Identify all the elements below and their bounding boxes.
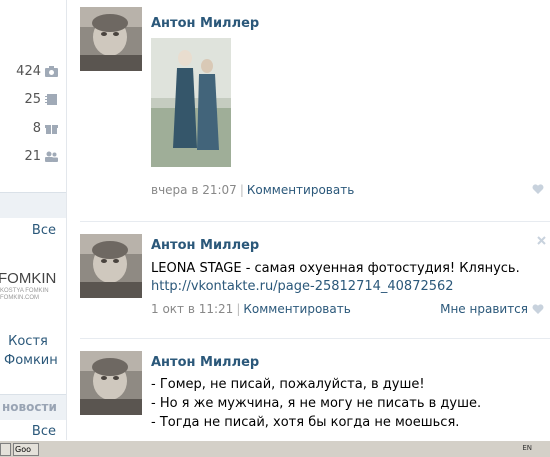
wall-post: Антон Миллер вчера в 21:07 | Комментироват… — [80, 7, 550, 207]
post-divider — [80, 221, 550, 222]
news-all-link[interactable]: Все — [32, 424, 56, 439]
comment-link[interactable]: Комментировать — [247, 183, 354, 197]
heart-icon[interactable] — [532, 184, 544, 195]
post-text-line: - Тогда не писай, хотя бы когда не моешь… — [151, 415, 460, 430]
post-link[interactable]: http://vkontakte.ru/page-25812714_408725… — [151, 277, 454, 296]
post-text: LEONA STAGE - самая охуенная фотостудия!… — [151, 261, 520, 276]
post-text-line: - Но я же мужчина, я не могу не писать в… — [151, 396, 482, 411]
people-icon — [45, 151, 58, 162]
comment-link[interactable]: Комментировать — [243, 302, 350, 316]
language-indicator[interactable]: EN — [522, 444, 532, 452]
heart-icon[interactable] — [532, 304, 544, 315]
post-time[interactable]: вчера в 21:07 — [151, 183, 237, 197]
sidebar-all-link[interactable]: Все — [32, 223, 56, 238]
avatar[interactable] — [80, 351, 142, 415]
gift-icon — [45, 125, 58, 134]
post-time[interactable]: 1 окт в 11:21 — [151, 302, 233, 316]
wall-post: Антон Миллер LEONA STAGE - самая охуенна… — [80, 234, 550, 324]
sidebar-divider — [66, 0, 67, 440]
news-section-header: новости — [0, 394, 66, 420]
avatar[interactable] — [80, 7, 142, 71]
avatar-photo — [80, 7, 142, 71]
gifts-count[interactable]: 8 — [33, 121, 58, 136]
avatar[interactable] — [80, 234, 142, 298]
post-divider — [80, 338, 550, 339]
taskbar-button[interactable]: Goo — [13, 443, 39, 456]
post-photo[interactable] — [151, 38, 231, 167]
post-meta: 1 окт в 11:21 | Комментировать — [151, 302, 351, 316]
post-author[interactable]: Антон Миллер — [151, 16, 259, 31]
like-button[interactable]: Мне нравится — [440, 302, 528, 316]
wall-post: Антон Миллер - Гомер, не писай, пожалуйс… — [80, 351, 550, 441]
close-icon[interactable] — [537, 236, 546, 245]
sidebar-section-header — [0, 192, 66, 218]
post-meta: вчера в 21:07 | Комментировать — [151, 183, 355, 197]
post-author[interactable]: Антон Миллер — [151, 355, 259, 370]
taskbar-button[interactable] — [0, 443, 11, 456]
photos-count[interactable]: 424 — [16, 64, 58, 79]
post-text-line: - Гомер, не писай, пожалуйста, в душе! — [151, 377, 425, 392]
person-name[interactable]: Костя Фомкин — [4, 332, 58, 370]
notes-count[interactable]: 25 — [24, 92, 58, 107]
avatar-photo — [80, 351, 142, 415]
groups-count[interactable]: 21 — [24, 149, 58, 164]
left-sidebar: 424 25 8 21 Все FOMKIN KOSTYA FOMKIN FOM… — [0, 0, 66, 440]
camera-icon — [45, 66, 58, 77]
post-author[interactable]: Антон Миллер — [151, 238, 259, 253]
fomkin-logo[interactable]: FOMKIN KOSTYA FOMKIN FOMKIN.COM — [0, 262, 56, 314]
avatar-photo — [80, 234, 142, 298]
notebook-icon — [45, 94, 57, 105]
taskbar: Goo EN — [0, 440, 550, 457]
